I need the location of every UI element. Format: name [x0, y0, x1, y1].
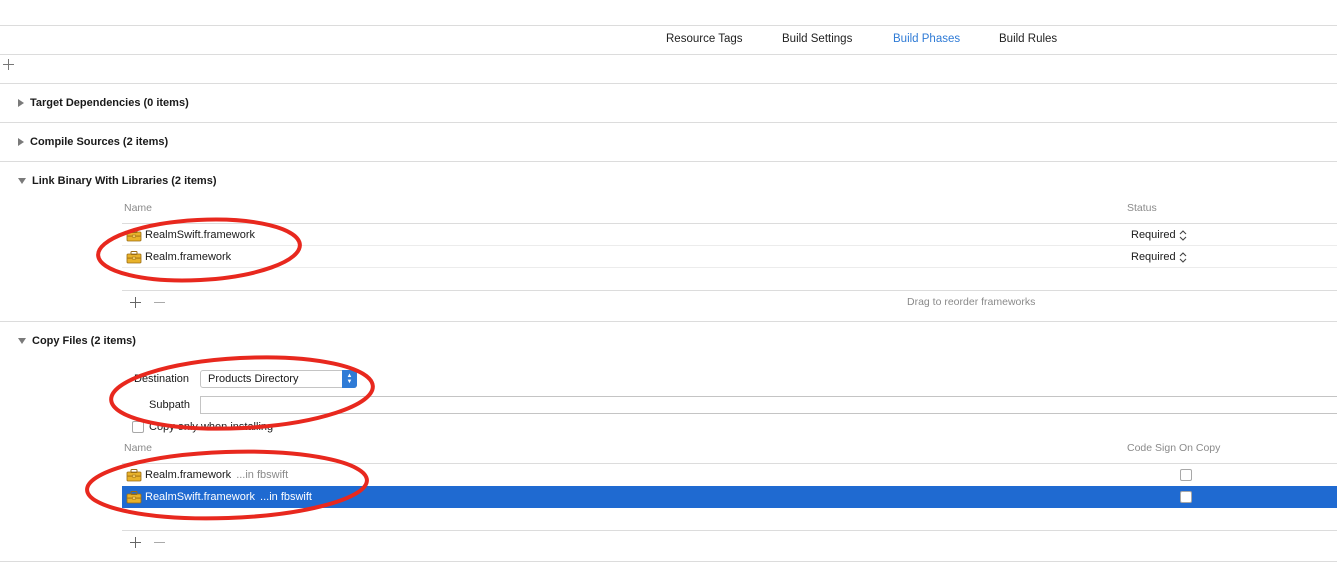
status-popup[interactable]: Required	[1131, 229, 1187, 241]
tab-resource-tags[interactable]: Resource Tags	[666, 33, 743, 45]
section-title: Compile Sources (2 items)	[30, 136, 169, 148]
up-down-chevron-icon: ▲ ▼	[342, 370, 357, 388]
subpath-label: Subpath	[149, 399, 190, 411]
library-name: Realm.framework	[145, 251, 232, 263]
disclosure-triangle-icon[interactable]	[18, 138, 24, 146]
toolbox-icon	[126, 468, 142, 482]
copy-only-label: Copy only when installing	[149, 421, 274, 433]
drag-hint: Drag to reorder frameworks	[907, 296, 1036, 308]
section-target-dependencies[interactable]: Target Dependencies (0 items)	[18, 97, 189, 109]
tab-build-rules[interactable]: Build Rules	[999, 33, 1057, 45]
copy-file-path: ...in fbswift	[260, 491, 312, 503]
status-value: Required	[1131, 251, 1176, 263]
remove-library-button[interactable]	[154, 297, 165, 308]
section-title: Copy Files (2 items)	[32, 335, 136, 347]
disclosure-triangle-icon[interactable]	[18, 99, 24, 107]
add-library-button[interactable]	[130, 297, 141, 308]
disclosure-triangle-icon[interactable]	[18, 338, 26, 344]
add-build-phase-button[interactable]	[3, 59, 15, 71]
copy-file-row[interactable]: Realm.framework ...in fbswift	[122, 464, 1337, 486]
subpath-input[interactable]	[200, 396, 1337, 414]
tab-build-settings[interactable]: Build Settings	[782, 33, 852, 45]
copy-file-name: RealmSwift.framework	[145, 491, 256, 503]
toolbox-icon	[126, 250, 142, 264]
column-header-name[interactable]: Name	[124, 442, 152, 454]
status-popup[interactable]: Required	[1131, 251, 1187, 263]
section-title: Target Dependencies (0 items)	[30, 97, 189, 109]
code-sign-checkbox[interactable]	[1180, 469, 1192, 481]
section-link-binary[interactable]: Link Binary With Libraries (2 items)	[18, 175, 217, 187]
disclosure-triangle-icon[interactable]	[18, 178, 26, 184]
section-compile-sources[interactable]: Compile Sources (2 items)	[18, 136, 168, 148]
remove-copy-file-button[interactable]	[154, 537, 165, 548]
column-header-name[interactable]: Name	[124, 202, 152, 214]
copy-file-row[interactable]: RealmSwift.framework ...in fbswift	[122, 486, 1337, 508]
library-name: RealmSwift.framework	[145, 229, 256, 241]
column-header-status[interactable]: Status	[1127, 202, 1157, 214]
copy-only-checkbox[interactable]	[132, 421, 144, 433]
destination-popup[interactable]: Products Directory ▲ ▼	[200, 370, 357, 388]
tab-build-phases[interactable]: Build Phases	[893, 33, 960, 45]
section-title: Link Binary With Libraries (2 items)	[32, 175, 217, 187]
destination-label: Destination	[134, 373, 190, 385]
column-header-code-sign[interactable]: Code Sign On Copy	[1127, 442, 1220, 454]
up-down-chevron-icon	[1179, 229, 1187, 241]
up-down-chevron-icon	[1179, 251, 1187, 263]
destination-value: Products Directory	[208, 373, 299, 385]
section-copy-files[interactable]: Copy Files (2 items)	[18, 335, 136, 347]
copy-file-path: ...in fbswift	[236, 469, 289, 481]
code-sign-checkbox[interactable]	[1180, 491, 1192, 503]
toolbox-icon	[126, 490, 142, 504]
copy-file-name: Realm.framework	[145, 469, 232, 481]
status-value: Required	[1131, 229, 1176, 241]
toolbox-icon	[126, 228, 142, 242]
add-copy-file-button[interactable]	[130, 537, 141, 548]
